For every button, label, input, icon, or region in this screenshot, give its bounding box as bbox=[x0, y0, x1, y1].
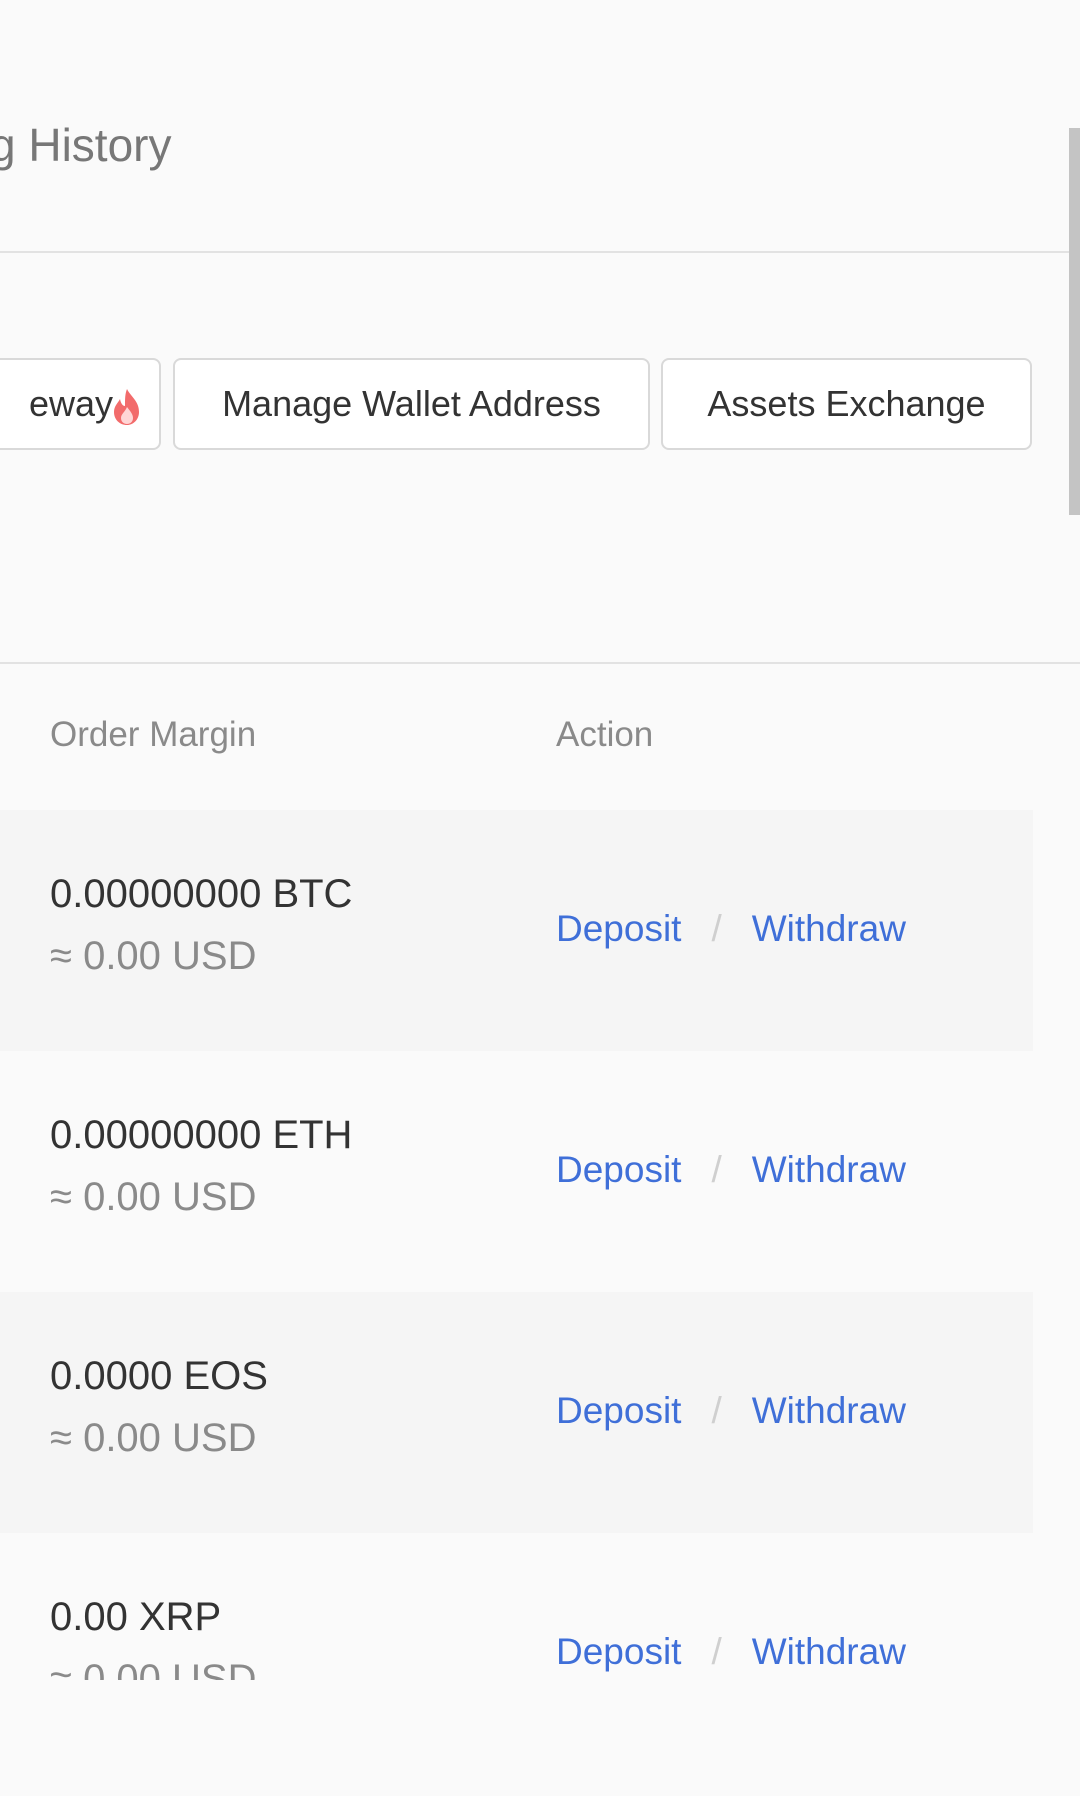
scrollbar[interactable] bbox=[1069, 128, 1080, 515]
column-header-action: Action bbox=[556, 715, 654, 754]
fire-icon bbox=[114, 389, 139, 425]
withdraw-link[interactable]: Withdraw bbox=[752, 1390, 906, 1432]
assets-exchange-button[interactable]: Assets Exchange bbox=[661, 358, 1032, 450]
order-margin-amount: 0.0000 EOS bbox=[50, 1354, 268, 1398]
usd-equivalent: ≈ 0.00 USD bbox=[50, 934, 257, 978]
gateway-button[interactable]: eway bbox=[0, 358, 161, 450]
wallet-page: g History eway Manage Wallet Address Ass… bbox=[0, 0, 1080, 1796]
order-margin-amount: 0.00000000 ETH bbox=[50, 1113, 353, 1157]
action-separator: / bbox=[711, 1390, 722, 1431]
order-margin-amount: 0.00000000 BTC bbox=[50, 872, 353, 916]
action-separator: / bbox=[711, 1149, 722, 1190]
tab-trading-history[interactable]: g History bbox=[0, 118, 171, 172]
table-row: 0.0000 EOS ≈ 0.00 USD Deposit / Withdraw bbox=[0, 1292, 1033, 1533]
row-actions: Deposit / Withdraw bbox=[556, 908, 906, 950]
deposit-link[interactable]: Deposit bbox=[556, 908, 681, 950]
usd-equivalent: ≈ 0.00 USD bbox=[50, 1657, 257, 1680]
withdraw-link[interactable]: Withdraw bbox=[752, 908, 906, 950]
usd-equivalent: ≈ 0.00 USD bbox=[50, 1416, 257, 1460]
column-header-order-margin: Order Margin bbox=[50, 715, 257, 754]
header-divider bbox=[0, 251, 1080, 253]
action-separator: / bbox=[711, 908, 722, 949]
table-row: 0.00000000 ETH ≈ 0.00 USD Deposit / With… bbox=[0, 1051, 1033, 1292]
withdraw-link[interactable]: Withdraw bbox=[752, 1149, 906, 1191]
assets-table: 0.00000000 BTC ≈ 0.00 USD Deposit / With… bbox=[0, 810, 1033, 1680]
deposit-link[interactable]: Deposit bbox=[556, 1390, 681, 1432]
deposit-link[interactable]: Deposit bbox=[556, 1631, 681, 1673]
row-actions: Deposit / Withdraw bbox=[556, 1631, 906, 1673]
deposit-link[interactable]: Deposit bbox=[556, 1149, 681, 1191]
table-row: 0.00 XRP ≈ 0.00 USD Deposit / Withdraw bbox=[0, 1533, 1033, 1680]
gateway-button-label: eway bbox=[28, 383, 113, 424]
action-separator: / bbox=[711, 1631, 722, 1672]
usd-equivalent: ≈ 0.00 USD bbox=[50, 1175, 257, 1219]
row-actions: Deposit / Withdraw bbox=[556, 1390, 906, 1432]
table-row: 0.00000000 BTC ≈ 0.00 USD Deposit / With… bbox=[0, 810, 1033, 1051]
section-divider bbox=[0, 662, 1080, 664]
withdraw-link[interactable]: Withdraw bbox=[752, 1631, 906, 1673]
row-actions: Deposit / Withdraw bbox=[556, 1149, 906, 1191]
manage-wallet-address-button[interactable]: Manage Wallet Address bbox=[173, 358, 650, 450]
order-margin-amount: 0.00 XRP bbox=[50, 1595, 222, 1639]
